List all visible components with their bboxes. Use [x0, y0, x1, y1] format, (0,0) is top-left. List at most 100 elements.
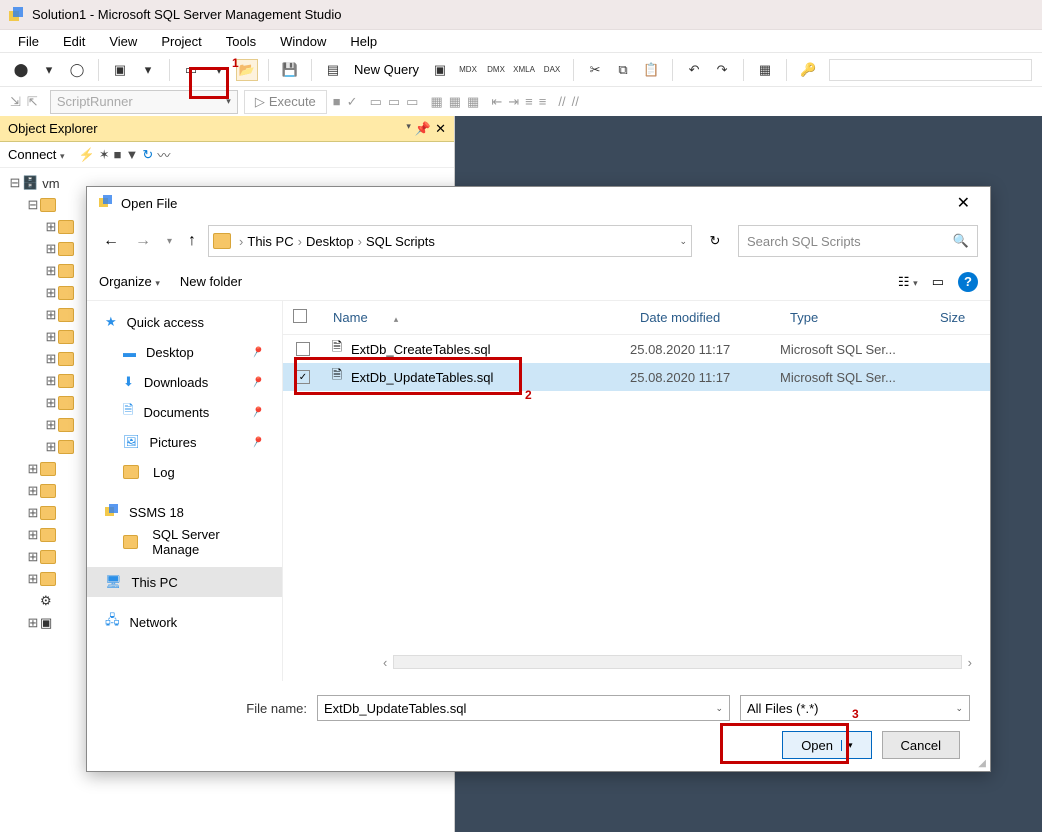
dialog-sidebar: ★Quick access ▬Desktop📍 ⬇Downloads📍 🗎Doc…: [87, 301, 283, 681]
new-query-button[interactable]: New Query: [354, 62, 419, 77]
chevron-down-icon[interactable]: ⌄: [679, 236, 687, 247]
plan-icon: ▭: [370, 94, 382, 110]
plan-icon: ▭: [388, 94, 400, 110]
new-folder-button[interactable]: New folder: [180, 274, 242, 289]
chevron-down-icon[interactable]: ⌄: [955, 703, 963, 714]
select-all-checkbox[interactable]: [293, 309, 307, 323]
sql-file-icon: 🗎: [329, 341, 345, 357]
breadcrumb-item[interactable]: This PC: [247, 234, 293, 249]
debug-icon: ■: [333, 94, 341, 109]
dropdown-icon[interactable]: ▾: [406, 121, 411, 137]
annotation-2-label: 2: [525, 388, 532, 402]
nav-back-icon[interactable]: ⬤: [10, 59, 32, 81]
sidebar-sqlmgr[interactable]: SQL Server Manage: [87, 527, 282, 557]
indent-icon: ⇤: [491, 94, 502, 110]
breadcrumb-item[interactable]: SQL Scripts: [366, 234, 435, 249]
nav-back-icon[interactable]: ←: [99, 232, 123, 250]
indent-icon: ≡: [539, 94, 547, 109]
search-box[interactable]: [829, 59, 1032, 81]
nav-forward-icon: →: [131, 232, 155, 250]
sidebar-ssms[interactable]: SSMS 18: [87, 497, 282, 527]
menu-project[interactable]: Project: [151, 32, 211, 51]
horizontal-scrollbar[interactable]: ‹ ›: [377, 653, 978, 671]
column-type[interactable]: Type: [780, 310, 930, 325]
file-date: 25.08.2020 11:17: [630, 370, 780, 385]
sidebar-documents[interactable]: 🗎Documents📍: [87, 397, 282, 427]
annotation-1-label: 1: [232, 56, 239, 70]
breadcrumb-bar[interactable]: › This PC › Desktop › SQL Scripts ⌄: [208, 225, 692, 257]
documents-icon: 🗎: [123, 401, 133, 423]
app-titlebar: Solution1 - Microsoft SQL Server Managem…: [0, 0, 1042, 30]
open-file-dialog: Open File ✕ ← → ▾ ↑ › This PC › Desktop …: [86, 186, 991, 772]
help-icon[interactable]: ?: [958, 272, 978, 292]
dax-icon[interactable]: DAX: [541, 59, 563, 81]
open-file-icon[interactable]: 📂: [236, 59, 258, 81]
filter-icon[interactable]: ▼: [126, 147, 139, 162]
breadcrumb-item[interactable]: Desktop: [306, 234, 354, 249]
file-list-header: Name▴ Date modified Type Size: [283, 301, 990, 335]
column-date[interactable]: Date modified: [630, 310, 780, 325]
refresh-button[interactable]: ↻: [700, 225, 730, 257]
resize-grip-icon[interactable]: ◢: [978, 758, 986, 769]
menu-file[interactable]: File: [8, 32, 49, 51]
execute-label: Execute: [269, 94, 316, 109]
menu-dropdown-icon[interactable]: ▾: [38, 59, 60, 81]
db-icon[interactable]: ▣: [429, 59, 451, 81]
menu-tools[interactable]: Tools: [216, 32, 266, 51]
sort-asc-icon: ▴: [394, 314, 399, 324]
search-input[interactable]: Search SQL Scripts 🔍: [738, 225, 978, 257]
sidebar-quick-access[interactable]: ★Quick access: [87, 307, 282, 337]
refresh-icon[interactable]: ↻: [142, 147, 153, 163]
search-placeholder: Search SQL Scripts: [747, 234, 861, 249]
pin-icon: 📍: [248, 343, 266, 361]
menu-edit[interactable]: Edit: [53, 32, 95, 51]
dmx-icon[interactable]: DMX: [485, 59, 507, 81]
close-button[interactable]: ✕: [949, 189, 978, 217]
copy-icon: ⧉: [612, 59, 634, 81]
sql-toolbar: ⇲ ⇱ ScriptRunner ▾ ▷ Execute ■ ✓ ▭ ▭ ▭ ▦…: [0, 86, 1042, 116]
nav-up-icon[interactable]: ↑: [184, 232, 200, 250]
sidebar-network[interactable]: 🖧Network: [87, 607, 282, 637]
find-icon[interactable]: 🔑: [797, 59, 819, 81]
sidebar-log[interactable]: Log: [87, 457, 282, 487]
results-icon: ▦: [467, 94, 479, 110]
sidebar-desktop[interactable]: ▬Desktop📍: [87, 337, 282, 367]
organize-button[interactable]: Organize ▾: [99, 274, 160, 289]
execute-button[interactable]: ▷ Execute: [244, 90, 327, 114]
disconnect-icon[interactable]: ✶: [99, 147, 110, 163]
preview-pane-button[interactable]: ▭: [932, 274, 944, 290]
menu-help[interactable]: Help: [340, 32, 387, 51]
row-checkbox[interactable]: [296, 342, 310, 356]
menu-window[interactable]: Window: [270, 32, 336, 51]
column-size[interactable]: Size: [930, 310, 990, 325]
mdx-icon[interactable]: MDX: [457, 59, 479, 81]
new-project-icon[interactable]: ▣: [109, 59, 131, 81]
nav-recent-icon[interactable]: ▾: [163, 236, 176, 247]
play-icon: ▷: [255, 94, 265, 110]
pin-icon: 📍: [248, 373, 266, 391]
activity-icon[interactable]: 〰: [157, 145, 170, 164]
column-name[interactable]: Name▴: [323, 310, 630, 325]
pin-icon[interactable]: 📌: [415, 121, 431, 137]
view-mode-button[interactable]: ☷ ▾: [898, 274, 918, 290]
connect-icon[interactable]: ⚡: [79, 147, 95, 163]
cancel-button[interactable]: Cancel: [882, 731, 960, 759]
stop-icon[interactable]: ■: [114, 147, 122, 162]
chevron-down-icon[interactable]: ⌄: [715, 703, 723, 714]
grid-icon[interactable]: ▦: [754, 59, 776, 81]
sidebar-this-pc[interactable]: 🖥This PC: [87, 567, 282, 597]
dropdown-icon[interactable]: ▾: [137, 59, 159, 81]
file-name-input[interactable]: ExtDb_UpdateTables.sql ⌄: [317, 695, 730, 721]
save-icon[interactable]: 💾: [279, 59, 301, 81]
xevent-icon: ▣: [40, 615, 52, 631]
sidebar-pictures[interactable]: 🖼Pictures📍: [87, 427, 282, 457]
new-query-icon[interactable]: ▤: [322, 59, 344, 81]
xmla-icon[interactable]: XMLA: [513, 59, 535, 81]
sidebar-downloads[interactable]: ⬇Downloads📍: [87, 367, 282, 397]
menu-view[interactable]: View: [99, 32, 147, 51]
close-icon[interactable]: ✕: [435, 121, 446, 137]
desktop-icon: ▬: [123, 345, 136, 360]
paste-icon: 📋: [640, 59, 662, 81]
file-type-value: All Files (*.*): [747, 701, 819, 716]
connect-button[interactable]: Connect ▾: [8, 147, 65, 162]
